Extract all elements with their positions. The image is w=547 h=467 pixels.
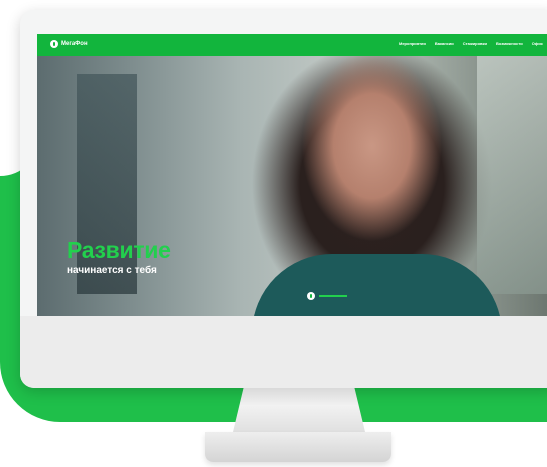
nav-links: Мероприятия Вакансии Стажировки Возможно… [399,41,543,46]
megafon-logo-icon [50,40,58,48]
hero-text-block: Развитие начинается с тебя [67,237,171,277]
slider-pagination [307,292,347,300]
hero-subtitle: начинается с тебя [67,265,157,276]
nav-link-events[interactable]: Мероприятия [399,41,426,46]
slider-active-dot-icon[interactable] [307,292,315,300]
logo-text: МегаФон [61,41,88,47]
website-screen: МегаФон Мероприятия Вакансии Стажировки … [37,34,547,316]
slider-progress-line[interactable] [319,295,347,297]
nav-link-office[interactable]: Офис [532,41,543,46]
top-navbar: МегаФон Мероприятия Вакансии Стажировки … [37,34,547,56]
nav-link-opportunities[interactable]: Возможности [496,41,523,46]
hero-title: Развитие [67,237,171,263]
monitor-chin [20,316,547,388]
nav-link-internships[interactable]: Стажировки [463,41,487,46]
hero-photo-window [477,54,547,294]
nav-link-vacancies[interactable]: Вакансии [435,41,454,46]
monitor-stand-neck [233,388,365,432]
monitor-stand-base [205,432,391,462]
brand-logo[interactable]: МегаФон [50,40,88,48]
